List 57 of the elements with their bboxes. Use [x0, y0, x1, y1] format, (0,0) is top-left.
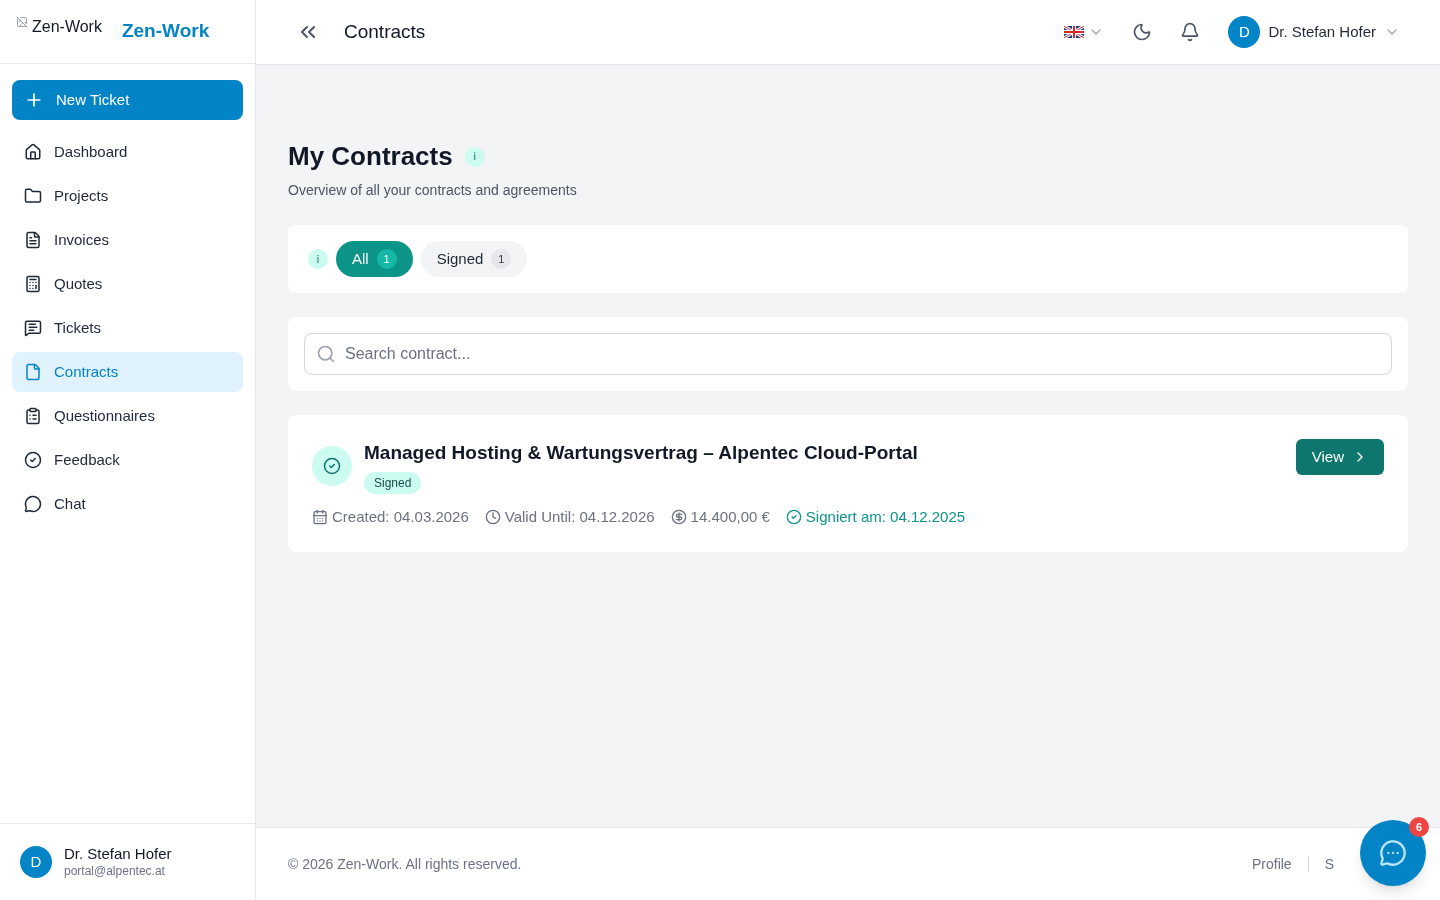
sidebar-item[interactable]: Projects	[12, 176, 243, 216]
sidebar-item[interactable]: Quotes	[12, 264, 243, 304]
count-badge: 1	[376, 249, 397, 269]
nav-icon	[24, 407, 42, 425]
unread-badge: 6	[1409, 817, 1429, 837]
nav-icon	[24, 495, 42, 513]
calendar-icon	[312, 508, 328, 525]
sidebar-item[interactable]: Tickets	[12, 308, 243, 348]
copyright-text: © 2026 Zen-Work. All rights reserved.	[288, 854, 522, 874]
filter-tab[interactable]: All 1	[336, 241, 413, 277]
contract-title: Managed Hosting & Wartungsvertrag – Alpentec Cloud-Portal	[364, 441, 918, 465]
chat-icon	[1379, 839, 1407, 867]
user-avatar[interactable]: D	[1228, 16, 1261, 48]
sidebar-item[interactable]: Invoices	[12, 220, 243, 260]
page-subtitle: Overview of all your contracts and agreements	[288, 181, 578, 200]
sidebar-item[interactable]: Contracts	[12, 352, 243, 392]
check-circle-icon	[785, 508, 802, 525]
uk-flag-icon[interactable]	[1064, 26, 1085, 38]
view-button[interactable]: View	[1295, 439, 1384, 475]
notifications-icon[interactable]	[1180, 22, 1201, 42]
broken-image-icon	[16, 16, 28, 28]
search-icon	[316, 344, 336, 364]
filter-tab[interactable]: Signed 1	[420, 241, 528, 277]
nav-icon	[24, 319, 42, 337]
contract-meta: Signiert am: 04.12.2025	[805, 506, 966, 527]
sidebar-item[interactable]: Dashboard	[12, 132, 243, 172]
search-field[interactable]: Search contract...	[304, 333, 1392, 375]
sidebar-item[interactable]: Feedback	[12, 440, 243, 480]
dollar-icon	[670, 508, 687, 525]
nav-icon	[24, 231, 42, 249]
info-badge[interactable]: i	[308, 249, 328, 269]
info-badge[interactable]: i	[464, 146, 485, 167]
footer-link[interactable]: S	[1324, 853, 1334, 875]
nav-icon	[24, 275, 42, 293]
contract-meta: Valid Until: 04.12.2026	[504, 506, 655, 527]
count-badge: 1	[491, 249, 512, 269]
status-badge: Signed	[364, 471, 422, 494]
sidebar-item[interactable]: Questionnaires	[12, 396, 243, 436]
logo-alt-text: Zen-Work	[32, 16, 102, 37]
brand-name: Zen-Work	[121, 19, 210, 44]
user-avatar: D	[20, 846, 52, 878]
dark-mode-icon[interactable]	[1132, 22, 1153, 42]
header-title: Contracts	[344, 19, 426, 44]
sidebar-item[interactable]: Chat	[12, 484, 243, 524]
new-ticket-button[interactable]: New Ticket	[12, 80, 243, 120]
contract-meta: Created: 04.03.2026	[332, 506, 469, 527]
nav-icon	[24, 143, 42, 161]
footer-link[interactable]: Profile	[1251, 853, 1292, 875]
nav-icon	[24, 363, 42, 381]
user-name[interactable]: Dr. Stefan Hofer	[1268, 20, 1376, 44]
contract-meta: 14.400,00 €	[690, 506, 770, 527]
nav-icon	[24, 187, 42, 205]
user-name: Dr. Stefan Hofer	[64, 845, 172, 864]
clock-icon	[484, 508, 501, 525]
page-title: My Contracts	[288, 140, 453, 173]
user-email: portal@alpentec.at	[64, 863, 166, 879]
nav-icon	[24, 451, 42, 469]
